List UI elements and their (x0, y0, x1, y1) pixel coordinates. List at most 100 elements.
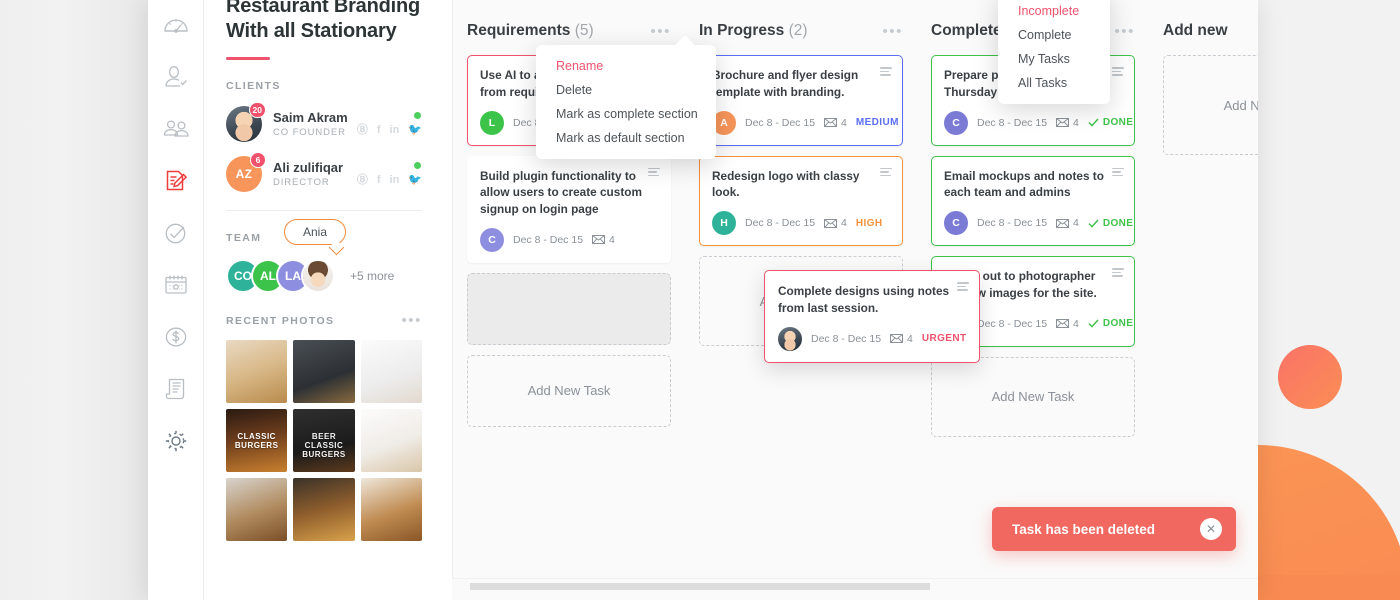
close-icon[interactable]: ✕ (1200, 518, 1222, 540)
facebook-icon[interactable]: f (377, 125, 381, 136)
menu-item-my-tasks[interactable]: My Tasks (998, 47, 1110, 71)
twitter-icon[interactable]: 🐦 (408, 175, 422, 186)
team-icon[interactable] (159, 112, 193, 146)
photo-thumbnail[interactable] (361, 409, 422, 472)
task-date: Dec 8 - Dec 15 (977, 217, 1047, 229)
menu-item-complete[interactable]: Complete (998, 23, 1110, 47)
recent-photos-label: RECENT PHOTOS (226, 315, 334, 327)
check-icon (1088, 118, 1099, 127)
task-footer: C Dec 8 - Dec 15 4 (480, 228, 658, 252)
task-card[interactable]: Redesign logo with classy look. H Dec 8 … (699, 156, 903, 247)
task-message-count: 4 (1073, 318, 1079, 330)
photo-thumbnail[interactable] (226, 340, 287, 403)
client-name: Saim Akram (273, 110, 357, 125)
column-title-text: In Progress (699, 22, 784, 39)
task-title: Brochure and flyer design template with … (712, 67, 890, 101)
clients-section-label: CLIENTS (226, 80, 422, 92)
avatar: 20 (226, 106, 262, 142)
menu-item-mark-default-section[interactable]: Mark as default section (536, 126, 716, 150)
drop-placeholder[interactable] (467, 273, 671, 345)
column-title-text: Requirements (467, 22, 570, 39)
list-item[interactable]: AZ 6 Ali zulifiqar DIRECTOR Ⓑ f in 🐦 (226, 156, 422, 192)
photo-thumbnail[interactable]: BEER CLASSIC BURGERS (293, 409, 354, 472)
projects-edit-icon[interactable] (159, 164, 193, 198)
user-check-icon[interactable] (159, 60, 193, 94)
task-card[interactable]: Email mockups and notes to each team and… (931, 156, 1135, 247)
task-title: Complete designs using notes from last s… (778, 283, 966, 317)
column-menu-icon[interactable]: ••• (650, 24, 671, 39)
notes-icon[interactable] (1112, 268, 1124, 278)
behance-icon[interactable]: Ⓑ (357, 175, 368, 186)
notes-icon[interactable] (648, 168, 660, 178)
calendar-icon[interactable] (159, 268, 193, 302)
avatar[interactable] (301, 259, 335, 293)
task-card[interactable]: Build plugin functionality to allow user… (467, 156, 671, 263)
team-avatar-row: CO AL LA +5 more (226, 259, 422, 293)
dragged-task-card[interactable]: Complete designs using notes from last s… (764, 270, 980, 363)
add-new-task-button[interactable]: Add New Task (931, 357, 1135, 437)
notes-icon[interactable] (1112, 168, 1124, 178)
gear-icon[interactable] (159, 424, 193, 458)
menu-item-incomplete[interactable]: Incomplete (998, 0, 1110, 23)
photo-caption: BEER CLASSIC BURGERS (293, 432, 354, 459)
board-horizontal-scrollbar-thumb[interactable] (470, 583, 930, 590)
priority-badge: DONE (1088, 218, 1134, 229)
photo-thumbnail[interactable] (226, 478, 287, 541)
photo-thumbnail[interactable] (361, 478, 422, 541)
status-badge: 20 (249, 102, 266, 118)
behance-icon[interactable]: Ⓑ (357, 125, 368, 136)
facebook-icon[interactable]: f (377, 175, 381, 186)
photo-thumbnail[interactable] (293, 478, 354, 541)
more-options-icon[interactable]: ••• (401, 313, 422, 328)
linkedin-icon[interactable]: in (390, 175, 400, 186)
client-meta: Saim Akram CO FOUNDER (273, 110, 357, 138)
list-item[interactable]: 20 Saim Akram CO FOUNDER Ⓑ f in 🐦 (226, 106, 422, 142)
client-name: Ali zulifiqar (273, 160, 357, 175)
filter-dropdown-menu[interactable]: Incomplete Complete My Tasks All Tasks (998, 0, 1110, 104)
client-role: CO FOUNDER (273, 127, 357, 138)
task-messages: 4 (592, 234, 615, 246)
task-footer: C Dec 8 - Dec 15 4 DONE (944, 111, 1122, 135)
section-context-menu[interactable]: Rename Delete Mark as complete section M… (536, 45, 716, 159)
column-title: Complete (931, 22, 1002, 40)
photo-thumbnail[interactable] (361, 340, 422, 403)
social-links[interactable]: Ⓑ f in 🐦 (357, 125, 422, 136)
dollar-icon[interactable] (159, 320, 193, 354)
column-menu-icon[interactable]: ••• (1114, 24, 1135, 39)
task-date: Dec 8 - Dec 15 (977, 318, 1047, 330)
social-links[interactable]: Ⓑ f in 🐦 (357, 175, 422, 186)
divider (226, 210, 422, 211)
photo-caption: CLASSIC BURGERS (226, 432, 287, 450)
avatar: C (944, 111, 968, 135)
task-messages: 4 (890, 333, 913, 345)
menu-item-all-tasks[interactable]: All Tasks (998, 71, 1110, 95)
task-date: Dec 8 - Dec 15 (745, 217, 815, 229)
menu-item-delete[interactable]: Delete (536, 78, 716, 102)
project-detail-panel: Restaurant Branding With all Stationary … (204, 0, 444, 578)
task-card[interactable]: Brochure and flyer design template with … (699, 55, 903, 146)
photo-thumbnail[interactable] (293, 340, 354, 403)
task-date: Dec 8 - Dec 15 (811, 333, 881, 345)
team-section-label: TEAM (226, 232, 261, 244)
add-new-task-button[interactable]: Add New Task (1163, 55, 1258, 155)
add-new-task-button[interactable]: Add New Task (467, 355, 671, 427)
client-right: Ⓑ f in 🐦 (357, 112, 422, 136)
check-circle-icon[interactable] (159, 216, 193, 250)
linkedin-icon[interactable]: in (390, 125, 400, 136)
invoice-icon[interactable] (159, 372, 193, 406)
column-menu-icon[interactable]: ••• (882, 24, 903, 39)
column-title: Add new (1163, 22, 1228, 40)
notes-icon[interactable] (880, 67, 892, 77)
task-messages: 4 (1056, 217, 1079, 229)
avatar-stack[interactable]: CO AL LA (226, 259, 326, 293)
twitter-icon[interactable]: 🐦 (408, 125, 422, 136)
task-title: Redesign logo with classy look. (712, 168, 890, 202)
notes-icon[interactable] (957, 282, 969, 292)
dashboard-icon[interactable] (159, 8, 193, 42)
notes-icon[interactable] (1112, 67, 1124, 77)
photo-thumbnail[interactable]: CLASSIC BURGERS (226, 409, 287, 472)
notes-icon[interactable] (880, 168, 892, 178)
menu-item-rename[interactable]: Rename (536, 54, 716, 78)
menu-item-mark-complete-section[interactable]: Mark as complete section (536, 102, 716, 126)
team-more-link[interactable]: +5 more (350, 269, 394, 283)
